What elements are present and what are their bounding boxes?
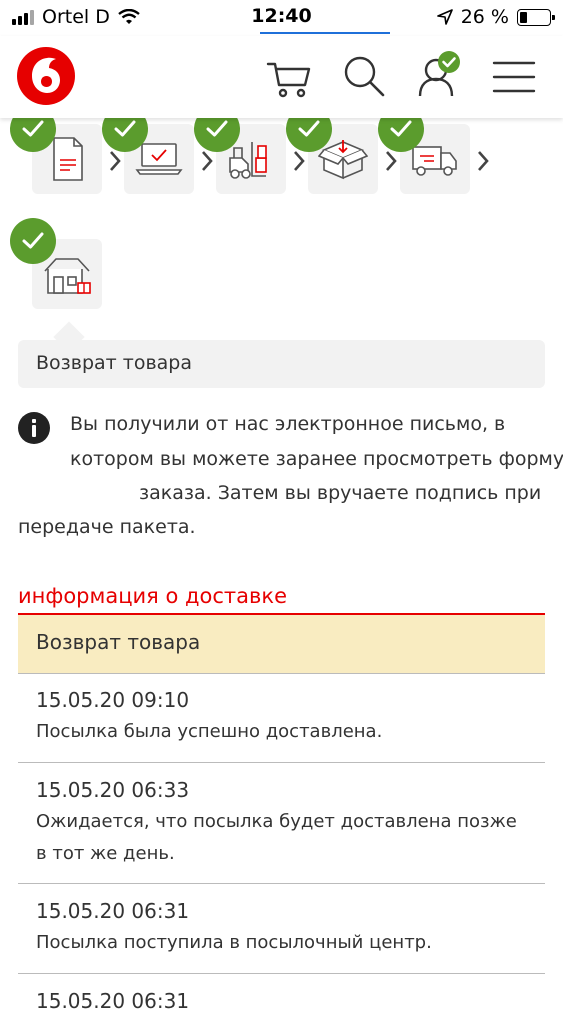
step-tooltip-label: Возврат товара xyxy=(36,352,193,374)
info-line: Вы получили от нас электронное письмо, в xyxy=(70,413,506,435)
event-date: 15.05.20 06:31 xyxy=(36,899,190,923)
event-description: в тот же день. xyxy=(36,843,175,864)
event-date: 15.05.20 06:33 xyxy=(36,778,190,802)
chevron-right-icon xyxy=(478,151,489,171)
delivery-info-title: информация о доставке xyxy=(18,584,287,608)
battery-fill xyxy=(520,11,527,23)
event-description: Ожидается, что посылка будет доставлена … xyxy=(36,811,517,832)
status-underline xyxy=(260,32,390,34)
event-date: 15.05.20 09:10 xyxy=(36,688,190,712)
tracking-event: 15.05.20 06:31 xyxy=(18,974,545,1034)
search-icon[interactable] xyxy=(340,52,390,102)
event-date: 15.05.20 06:31 xyxy=(36,989,190,1013)
chevron-right-icon xyxy=(110,151,121,171)
battery-percent: 26 % xyxy=(460,6,509,28)
tracking-event: 15.05.20 06:31 Посылка поступила в посыл… xyxy=(18,884,545,974)
chevron-right-icon xyxy=(386,151,397,171)
location-arrow-icon xyxy=(436,9,453,25)
site-header xyxy=(0,36,563,118)
cart-icon[interactable] xyxy=(265,52,315,102)
menu-icon[interactable] xyxy=(490,52,540,102)
chevron-right-icon xyxy=(202,151,213,171)
battery-icon xyxy=(517,8,555,26)
event-description: Посылка была успешно доставлена. xyxy=(36,721,383,742)
event-description: Посылка поступила в посылочный центр. xyxy=(36,932,432,953)
info-icon xyxy=(18,412,50,444)
info-line: котором вы можете заранее просмотреть фо… xyxy=(70,448,563,470)
chevron-right-icon xyxy=(294,151,305,171)
account-icon xyxy=(418,51,460,97)
status-bar: Ortel D 12:40 26 % xyxy=(0,0,563,36)
tracking-event: 15.05.20 09:10 Посылка была успешно дост… xyxy=(18,673,545,763)
account-button[interactable] xyxy=(414,48,468,102)
delivery-progress-steps xyxy=(0,106,563,318)
delivery-table-header: Возврат товара xyxy=(18,615,545,674)
step-check-icon xyxy=(10,218,56,264)
vodafone-logo[interactable] xyxy=(16,46,76,106)
info-line: передаче пакета. xyxy=(18,516,196,538)
info-line: заказа. Затем вы вручаете подпись при xyxy=(139,482,542,504)
tracking-event: 15.05.20 06:33 Ожидается, что посылка бу… xyxy=(18,763,545,884)
step-tooltip: Возврат товара xyxy=(18,340,545,388)
delivery-table-header-label: Возврат товара xyxy=(36,630,201,654)
status-right: 26 % xyxy=(436,6,555,28)
